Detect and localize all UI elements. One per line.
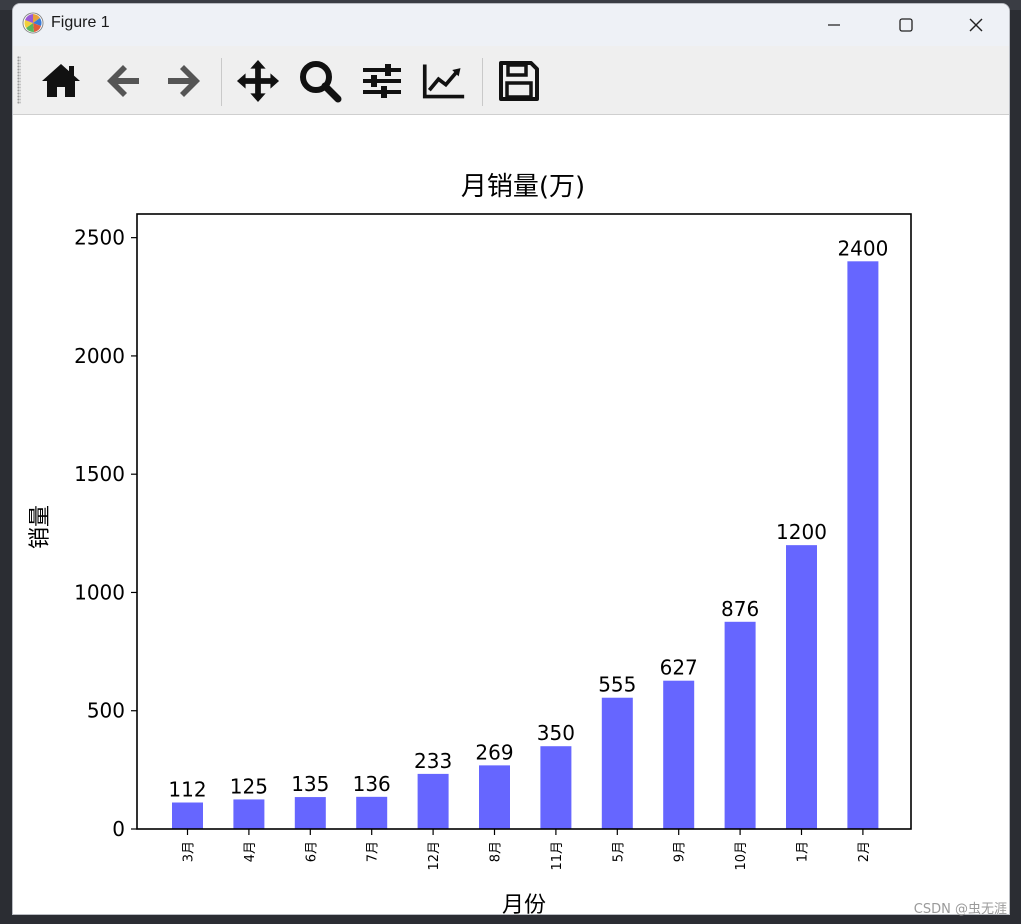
line-chart-icon	[422, 64, 465, 99]
y-axis-label: 销量	[28, 505, 53, 549]
close-button[interactable]	[941, 4, 1009, 46]
bar-value-label: 2400	[837, 236, 888, 260]
toolbar-separator	[482, 58, 483, 106]
x-tick-label: 8月	[489, 841, 504, 862]
bar	[233, 799, 265, 829]
y-tick-label: 1000	[74, 580, 125, 604]
bar	[172, 802, 203, 829]
watermark-text: CSDN @虫无涯	[913, 902, 1007, 917]
bar	[601, 697, 633, 829]
bar-value-label: 876	[721, 597, 759, 621]
x-tick-label: 10月	[734, 841, 749, 871]
y-tick-label: 2000	[74, 344, 125, 368]
sliders-icon	[363, 64, 401, 98]
toolbar-grip[interactable]	[17, 56, 21, 104]
x-tick-label: 1月	[796, 841, 811, 862]
window-title: Figure 1	[51, 14, 110, 31]
edit-axes-button[interactable]	[422, 59, 466, 103]
bar	[294, 797, 326, 829]
zoom-button[interactable]	[298, 59, 342, 103]
bar-chart: 月销量(万) 销量 月份 112 3月 125 4月 135 6月 136 7月 233 12月 2…	[28, 172, 912, 915]
save-button[interactable]	[497, 59, 541, 103]
x-tick-label: 5月	[611, 841, 626, 862]
pan-button[interactable]	[236, 59, 280, 103]
bar	[356, 796, 388, 829]
figure-window: Figure 1 月销量(万) 销量 月份 112 3月 125 4月 135 …	[12, 3, 1010, 915]
x-tick-label: 6月	[304, 841, 319, 862]
subplots-button[interactable]	[360, 59, 404, 103]
minimize-icon	[828, 24, 840, 26]
matplotlib-logo-icon	[22, 12, 44, 34]
y-tick-label: 500	[87, 699, 125, 723]
navigation-toolbar	[13, 46, 1009, 115]
x-tick-label: 11月	[550, 841, 565, 871]
x-tick-label: 7月	[366, 841, 381, 862]
bar-value-label: 627	[660, 656, 698, 680]
figure-canvas[interactable]: 月销量(万) 销量 月份 112 3月 125 4月 135 6月 136 7月 233 12月 2…	[13, 115, 1009, 915]
toolbar-separator	[221, 58, 222, 106]
maximize-icon	[899, 18, 913, 32]
bar	[786, 545, 817, 829]
bar	[479, 765, 510, 829]
bar	[847, 261, 879, 829]
background-taskbar-strip	[0, 915, 1021, 924]
bar	[417, 773, 449, 829]
bar-value-label: 350	[537, 721, 575, 745]
minimize-button[interactable]	[799, 4, 869, 46]
arrow-left-icon	[107, 65, 139, 97]
x-tick-label: 2月	[857, 841, 872, 862]
y-tick-label: 0	[112, 817, 125, 841]
arrow-right-icon	[168, 65, 200, 97]
close-icon	[969, 18, 983, 32]
bar-value-label: 233	[414, 749, 452, 773]
bar	[540, 746, 572, 829]
bar	[663, 680, 695, 829]
home-icon	[42, 64, 80, 97]
bar-value-label: 135	[291, 772, 329, 796]
bar-value-label: 555	[598, 673, 636, 697]
y-tick-label: 2500	[74, 226, 125, 250]
x-tick-label: 12月	[427, 841, 442, 871]
bar-value-label: 136	[353, 772, 391, 796]
home-button[interactable]	[39, 59, 83, 103]
maximize-button[interactable]	[871, 4, 941, 46]
title-bar[interactable]: Figure 1	[13, 4, 1009, 46]
x-axis-label: 月份	[502, 893, 546, 915]
bar-value-label: 1200	[776, 520, 827, 544]
magnifier-icon	[300, 61, 342, 103]
move-icon	[236, 59, 280, 103]
x-tick-label: 9月	[673, 841, 688, 862]
floppy-disk-icon	[499, 61, 539, 101]
forward-button[interactable]	[162, 59, 206, 103]
back-button[interactable]	[101, 59, 145, 103]
x-tick-label: 3月	[182, 841, 197, 862]
bar-value-label: 112	[168, 778, 206, 802]
x-tick-label: 4月	[243, 841, 258, 862]
y-tick-label: 1500	[74, 462, 125, 486]
bar-value-label: 125	[230, 774, 268, 798]
bar	[724, 621, 756, 829]
bar-value-label: 269	[475, 740, 513, 764]
chart-title: 月销量(万)	[461, 172, 585, 202]
